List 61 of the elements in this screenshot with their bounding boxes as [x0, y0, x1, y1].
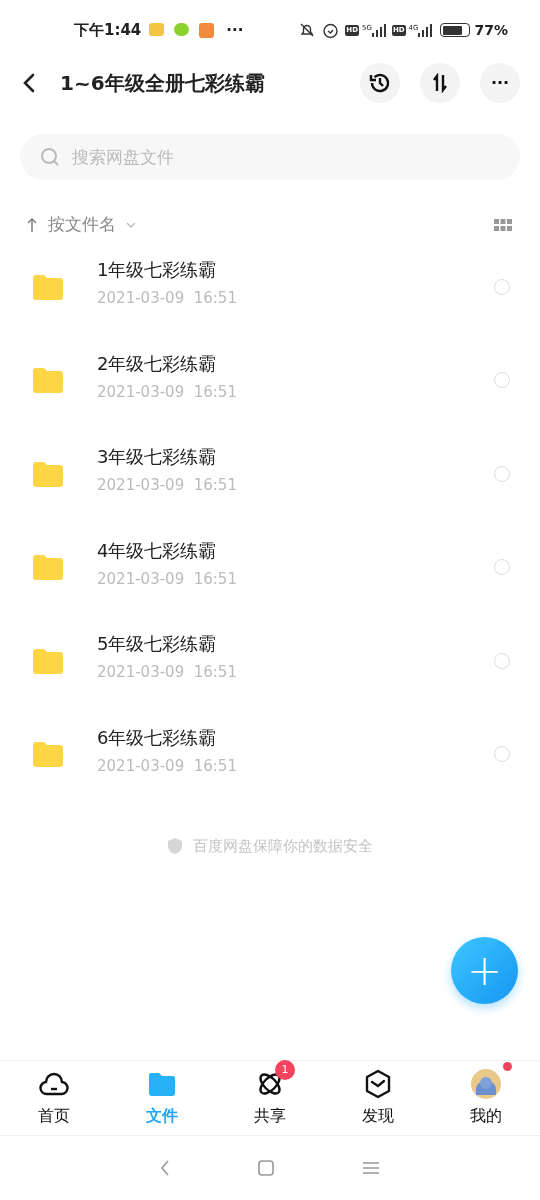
- folder-name: 2年级七彩练霸: [97, 351, 218, 376]
- folder-icon: [32, 273, 64, 300]
- folder-row[interactable]: 6年级七彩练霸 2021-03-09 16:51: [0, 707, 540, 801]
- nav-tab[interactable]: 我的: [432, 1061, 540, 1135]
- folder-icon: [32, 367, 64, 394]
- nav-tab[interactable]: 首页: [0, 1061, 108, 1135]
- search-field[interactable]: 搜索网盘文件: [20, 134, 520, 180]
- battery-percentage: 77%: [474, 20, 508, 40]
- folder-row[interactable]: 2年级七彩练霸 2021-03-09 16:51: [0, 333, 540, 427]
- folder-row[interactable]: 4年级七彩练霸 2021-03-09 16:51: [0, 520, 540, 614]
- page-title: 1~6年级全册七彩练霸: [60, 70, 265, 97]
- signal-icon: [371, 23, 386, 37]
- folder-name: 1年级七彩练霸: [97, 258, 218, 282]
- modified-date: 2021-03-09 16:51: [97, 568, 237, 590]
- system-back-icon[interactable]: [160, 1160, 170, 1176]
- modified-date: 2021-03-09 16:51: [97, 288, 237, 309]
- nav-tab[interactable]: 发现: [324, 1061, 432, 1135]
- folder-name: 6年级七彩练霸: [97, 725, 218, 750]
- bell-off-icon: [299, 22, 316, 38]
- folder-name: 5年级七彩练霸: [97, 632, 218, 656]
- sort-button[interactable]: [420, 63, 460, 103]
- app-notification-icon: [199, 22, 215, 38]
- folder-row[interactable]: 1年级七彩练霸 2021-03-09 16:51: [0, 240, 540, 334]
- nav-tab[interactable]: 1 共享: [216, 1061, 324, 1135]
- more-button[interactable]: ···: [480, 63, 520, 103]
- cube-icon: [364, 1069, 392, 1099]
- folder-row[interactable]: 3年级七彩练霸 2021-03-09 16:51: [0, 427, 540, 521]
- app-notification-icon: [174, 22, 190, 36]
- modified-date: 2021-03-09 16:51: [97, 381, 237, 403]
- back-icon: [22, 73, 36, 93]
- grid-view-icon[interactable]: [494, 219, 512, 231]
- more-notifications: ···: [226, 19, 244, 41]
- security-note: 百度网盘保障你的数据安全: [193, 836, 373, 857]
- system-menu-icon[interactable]: [362, 1162, 380, 1174]
- system-home-icon[interactable]: [258, 1160, 274, 1176]
- search-icon: [40, 147, 60, 167]
- modified-date: 2021-03-09 16:51: [97, 662, 237, 683]
- sort-by-name-button[interactable]: 按文件名: [48, 212, 136, 238]
- chevron-down-icon: [126, 222, 136, 228]
- signal-icon: [418, 23, 433, 37]
- history-icon: [368, 71, 392, 95]
- modified-date: 2021-03-09 16:51: [97, 755, 237, 777]
- folder-icon: [32, 460, 64, 487]
- cloud-icon: [38, 1070, 70, 1098]
- history-button[interactable]: [360, 63, 400, 103]
- notification-badge: 1: [275, 1060, 295, 1080]
- folder-icon: [147, 1071, 177, 1097]
- folder-icon: [32, 554, 64, 581]
- folder-row[interactable]: 5年级七彩练霸 2021-03-09 16:51: [0, 614, 540, 708]
- folder-icon: [32, 741, 64, 768]
- modified-date: 2021-03-09 16:51: [97, 475, 237, 496]
- shield-icon: [167, 837, 183, 856]
- sort-arrows-icon: [430, 73, 450, 93]
- up-arrow-icon: [26, 217, 38, 233]
- folder-name: 3年级七彩练霸: [97, 445, 218, 469]
- alarm-icon: [322, 21, 340, 39]
- folder-name: 4年级七彩练霸: [97, 538, 218, 563]
- avatar-icon: [471, 1069, 501, 1099]
- app-notification-icon: [149, 22, 165, 36]
- status-time: 下午1:44: [74, 19, 142, 41]
- folder-icon: [32, 647, 64, 674]
